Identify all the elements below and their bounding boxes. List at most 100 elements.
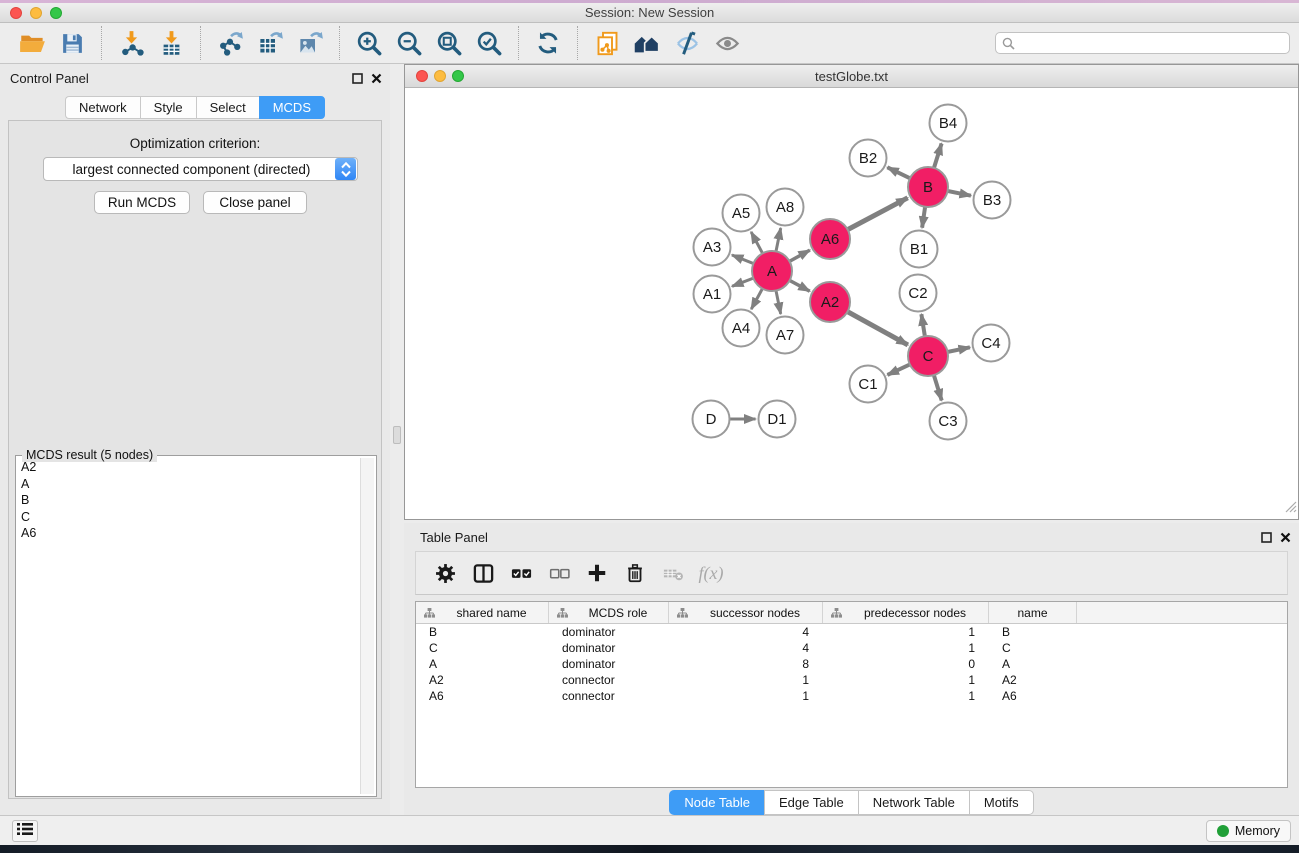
node-B3[interactable]: B3 — [974, 182, 1011, 219]
mcds-result-item[interactable]: A2 — [18, 459, 359, 476]
node-D[interactable]: D — [693, 401, 730, 438]
node-A[interactable]: A — [752, 251, 792, 291]
table-row[interactable]: A6connector11A6 — [416, 688, 1287, 704]
table-cell[interactable]: A6 — [989, 689, 1077, 703]
table-cell[interactable]: 4 — [669, 641, 823, 655]
mcds-result-item[interactable]: B — [18, 492, 359, 509]
network-from-file-icon[interactable] — [587, 26, 627, 60]
node-B1[interactable]: B1 — [901, 231, 938, 268]
tab-select[interactable]: Select — [196, 96, 259, 119]
mcds-result-list[interactable]: A2ABCA6 — [18, 459, 359, 794]
node-table[interactable]: shared nameMCDS rolesuccessor nodesprede… — [415, 601, 1288, 788]
refresh-icon[interactable] — [528, 26, 568, 60]
table-row[interactable]: Adominator80A — [416, 656, 1287, 672]
mcds-result-item[interactable]: C — [18, 509, 359, 526]
table-cell[interactable]: C — [989, 641, 1077, 655]
node-A7[interactable]: A7 — [767, 317, 804, 354]
delete-column-icon[interactable] — [616, 555, 654, 591]
zoom-selected-icon[interactable] — [469, 26, 509, 60]
node-A8[interactable]: A8 — [767, 189, 804, 226]
column-header-MCDS-role[interactable]: MCDS role — [549, 602, 669, 623]
table-cell[interactable]: dominator — [549, 657, 669, 671]
tab-network-table[interactable]: Network Table — [858, 790, 969, 815]
tab-motifs[interactable]: Motifs — [969, 790, 1034, 815]
table-cell[interactable]: 1 — [669, 673, 823, 687]
mcds-result-item[interactable]: A6 — [18, 525, 359, 542]
resize-grip-icon[interactable] — [1283, 499, 1297, 518]
table-cell[interactable]: 1 — [823, 689, 989, 703]
split-columns-icon[interactable] — [464, 555, 502, 591]
delete-table-icon[interactable] — [654, 555, 692, 591]
close-panel-icon[interactable] — [1280, 530, 1291, 548]
table-cell[interactable]: A2 — [989, 673, 1077, 687]
close-panel-button[interactable]: Close panel — [203, 191, 307, 214]
node-B4[interactable]: B4 — [930, 105, 967, 142]
node-A2[interactable]: A2 — [810, 282, 850, 322]
search-field[interactable] — [995, 32, 1290, 54]
column-header-shared-name[interactable]: shared name — [416, 602, 549, 623]
zoom-fit-icon[interactable] — [429, 26, 469, 60]
vertical-splitter-handle[interactable] — [393, 426, 401, 444]
table-row[interactable]: A2connector11A2 — [416, 672, 1287, 688]
tab-edge-table[interactable]: Edge Table — [764, 790, 858, 815]
node-D1[interactable]: D1 — [759, 401, 796, 438]
node-A1[interactable]: A1 — [694, 276, 731, 313]
node-A6[interactable]: A6 — [810, 219, 850, 259]
table-cell[interactable]: 4 — [669, 625, 823, 639]
node-C2[interactable]: C2 — [900, 275, 937, 312]
import-network-icon[interactable] — [111, 26, 151, 60]
unselect-all-icon[interactable] — [540, 555, 578, 591]
table-cell[interactable]: A — [416, 657, 549, 671]
table-cell[interactable]: 1 — [823, 641, 989, 655]
float-panel-icon[interactable] — [352, 71, 363, 89]
node-A3[interactable]: A3 — [694, 229, 731, 266]
table-cell[interactable]: dominator — [549, 641, 669, 655]
mcds-result-scrollbar[interactable] — [360, 458, 374, 794]
table-cell[interactable]: 1 — [823, 625, 989, 639]
task-history-button[interactable] — [12, 820, 38, 842]
table-cell[interactable]: 8 — [669, 657, 823, 671]
column-header-successor-nodes[interactable]: successor nodes — [669, 602, 823, 623]
table-cell[interactable]: A — [989, 657, 1077, 671]
node-C3[interactable]: C3 — [930, 403, 967, 440]
search-input[interactable] — [1015, 36, 1289, 50]
table-cell[interactable]: dominator — [549, 625, 669, 639]
home-icon[interactable] — [627, 26, 667, 60]
table-cell[interactable]: connector — [549, 689, 669, 703]
table-cell[interactable]: A6 — [416, 689, 549, 703]
table-cell[interactable]: 1 — [823, 673, 989, 687]
settings-icon[interactable] — [426, 555, 464, 591]
table-cell[interactable]: 0 — [823, 657, 989, 671]
run-mcds-button[interactable]: Run MCDS — [94, 191, 190, 214]
node-C1[interactable]: C1 — [850, 366, 887, 403]
float-panel-icon[interactable] — [1261, 530, 1272, 548]
node-A4[interactable]: A4 — [723, 310, 760, 347]
network-canvas[interactable]: AA1A2A3A4A5A6A7A8BB1B2B3B4CC1C2C3C4DD1 — [405, 89, 1298, 519]
save-session-icon[interactable] — [52, 26, 92, 60]
table-row[interactable]: Bdominator41B — [416, 624, 1287, 640]
table-cell[interactable]: B — [416, 625, 549, 639]
column-header-name[interactable]: name — [989, 602, 1077, 623]
table-row[interactable]: Cdominator41C — [416, 640, 1287, 656]
open-file-icon[interactable] — [12, 26, 52, 60]
node-B[interactable]: B — [908, 167, 948, 207]
node-C[interactable]: C — [908, 336, 948, 376]
zoom-out-icon[interactable] — [389, 26, 429, 60]
select-all-icon[interactable] — [502, 555, 540, 591]
table-cell[interactable]: A2 — [416, 673, 549, 687]
node-B2[interactable]: B2 — [850, 140, 887, 177]
criterion-dropdown[interactable]: largest connected component (directed) — [43, 157, 358, 181]
zoom-in-icon[interactable] — [349, 26, 389, 60]
column-header-predecessor-nodes[interactable]: predecessor nodes — [823, 602, 989, 623]
table-cell[interactable]: connector — [549, 673, 669, 687]
memory-button[interactable]: Memory — [1206, 820, 1291, 842]
tab-network[interactable]: Network — [65, 96, 140, 119]
node-A5[interactable]: A5 — [723, 195, 760, 232]
tab-mcds[interactable]: MCDS — [259, 96, 325, 119]
table-cell[interactable]: B — [989, 625, 1077, 639]
hide-graphics-details-icon[interactable] — [667, 26, 707, 60]
tab-node-table[interactable]: Node Table — [669, 790, 764, 815]
import-table-icon[interactable] — [151, 26, 191, 60]
export-network-icon[interactable] — [210, 26, 250, 60]
function-builder-icon[interactable]: f(x) — [692, 555, 730, 591]
